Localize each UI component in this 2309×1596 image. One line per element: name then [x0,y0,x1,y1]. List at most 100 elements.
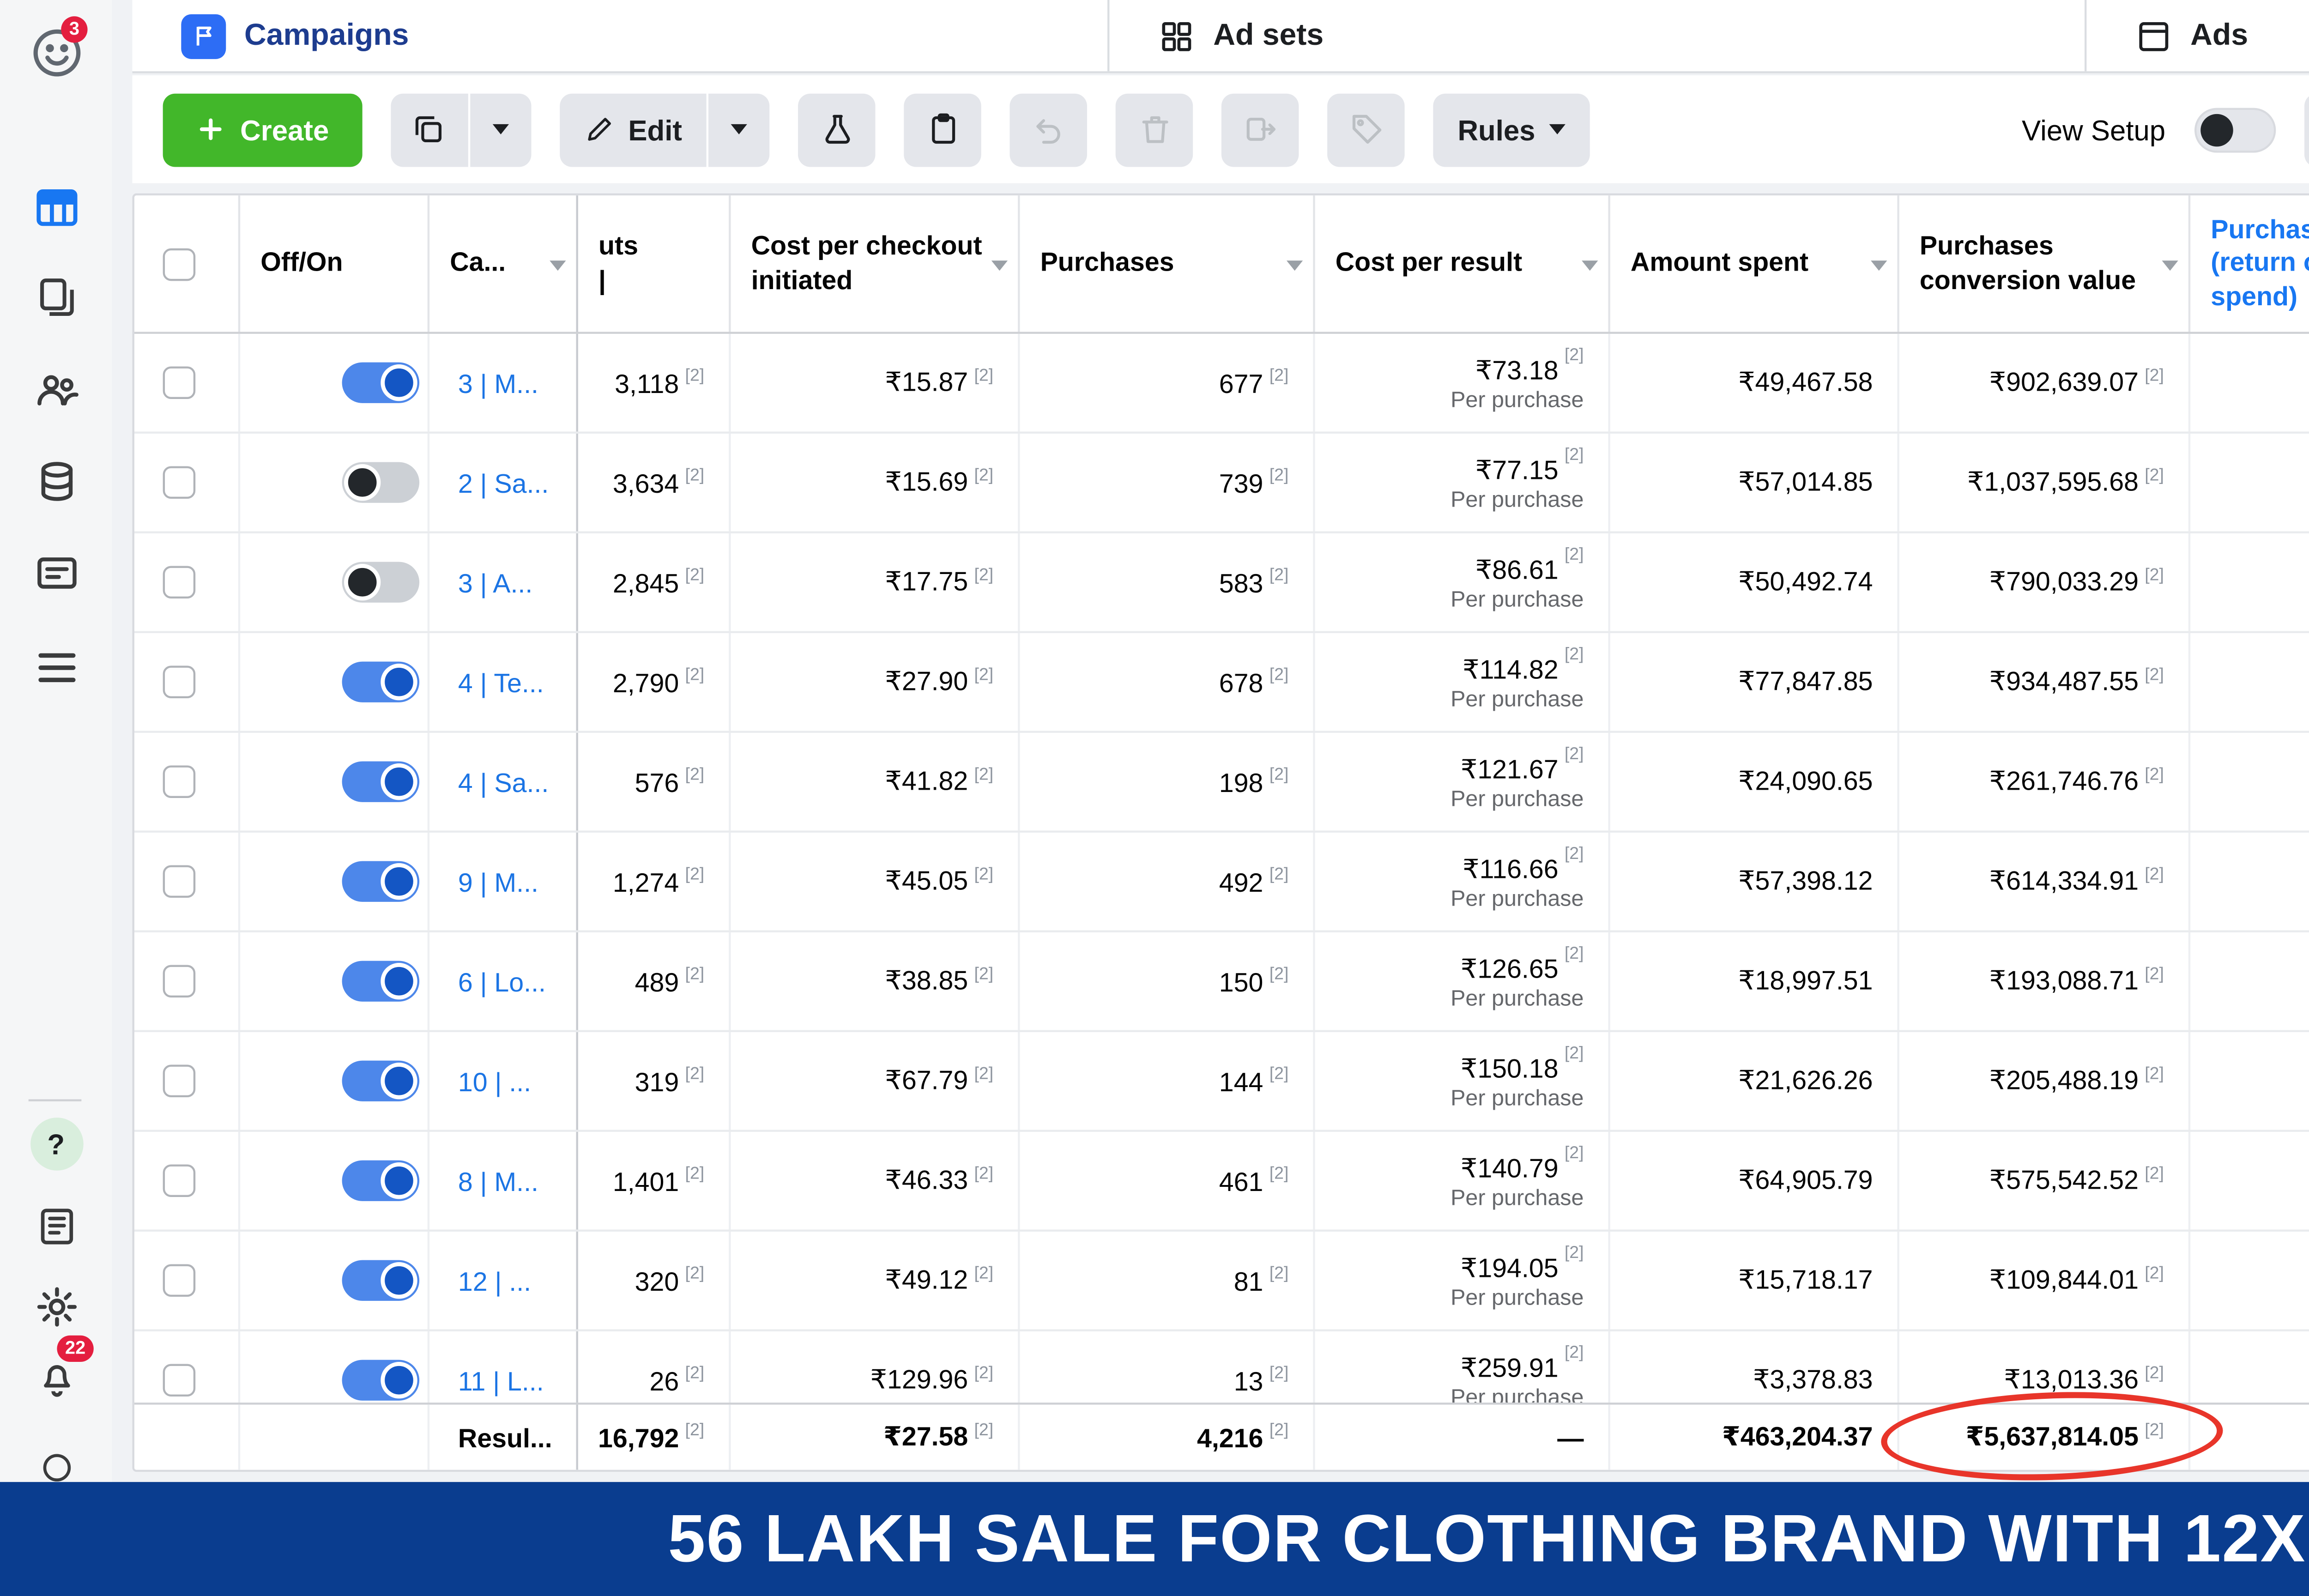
results-conversion-value: ₹5,637,814.05[2] [1899,1405,2190,1470]
checkouts-cell: 3,118[2] [578,334,731,432]
select-all-checkbox[interactable] [163,248,196,280]
edit-button[interactable]: Edit [559,93,706,166]
conversion-value-cell: ₹193,088.71[2] [1899,932,2190,1030]
menu-icon[interactable] [31,643,80,692]
col-header-campaign[interactable]: Ca... [429,195,578,332]
tag-button[interactable] [1327,93,1405,166]
duplicate-button[interactable] [390,93,468,166]
result-type-label: Per purchase [1451,988,1584,1012]
notifications-bell-icon[interactable] [34,1356,79,1401]
bell-badge: 22 [57,1336,93,1362]
results-row: Resul... 16,792[2] ₹27.58[2] 4,216[2] — … [134,1403,2309,1469]
toggle-knob [381,1162,417,1199]
campaign-name-link[interactable]: 12 | ... [429,1265,531,1296]
col-header-purchases[interactable]: Purchases [1020,195,1315,332]
col-header-select [134,195,240,332]
settings-gear-icon[interactable] [34,1285,79,1330]
campaign-name-link[interactable]: 3 | M... [429,368,538,398]
campaign-toggle[interactable] [342,861,420,902]
campaign-name-link[interactable]: 2 | Sa... [429,467,549,498]
pages-icon[interactable] [34,275,79,320]
conversion-value-cell: ₹575,542.52[2] [1899,1132,2190,1230]
row-checkbox[interactable] [163,366,196,399]
campaign-name-link[interactable]: 6 | Lo... [429,966,546,997]
row-checkbox[interactable] [163,1264,196,1297]
sort-caret-icon [1582,260,1598,270]
campaign-name-link[interactable]: 11 | L... [429,1365,544,1396]
cost-per-checkout-cell: ₹27.90[2] [731,633,1020,731]
campaign-toggle[interactable] [342,961,420,1002]
cost-per-result-cell: ₹126.65[2] Per purchase [1315,932,1610,1030]
cost-per-result-cell: ₹73.18[2] Per purchase [1315,334,1610,432]
col-header-amount-spent[interactable]: Amount spent [1610,195,1899,332]
campaign-toggle[interactable] [342,562,420,603]
amount-spent-cell: ₹64,905.79 [1610,1132,1899,1230]
checkouts-cell: 320[2] [578,1232,731,1330]
campaign-name-link[interactable]: 4 | Sa... [429,767,549,797]
view-setup-toggle[interactable] [2194,107,2275,151]
toggle-knob [381,863,417,900]
campaigns-icon [181,13,226,58]
move-button[interactable] [1221,93,1299,166]
columns-button[interactable] [2304,93,2309,166]
campaign-name-link[interactable]: 4 | Te... [429,667,544,697]
campaign-name-link[interactable]: 10 | ... [429,1066,531,1096]
checkouts-cell: 1,274[2] [578,833,731,931]
duplicate-options-button[interactable] [469,93,530,166]
row-checkbox[interactable] [163,1064,196,1097]
campaign-toggle[interactable] [342,1260,420,1301]
campaigns-table: Off/On Ca... uts| Cost per checkout init… [133,193,2309,1472]
campaign-name-link[interactable]: 3 | A... [429,567,532,598]
edit-options-button[interactable] [708,93,769,166]
roas-cell: 6.99[2] [2190,1232,2309,1330]
results-cost-per-result: — [1315,1405,1610,1470]
campaign-toggle[interactable] [342,762,420,802]
sort-caret-icon [2162,260,2178,270]
account-overview-icon[interactable] [33,550,79,596]
campaign-toggle[interactable] [342,363,420,403]
row-checkbox[interactable] [163,965,196,998]
result-type-label: Per purchase [1451,888,1584,913]
rules-button[interactable]: Rules [1433,93,1590,166]
col-header-checkouts[interactable]: uts| [578,195,731,332]
campaign-toggle[interactable] [342,1161,420,1201]
campaign-name-link[interactable]: 8 | M... [429,1166,538,1196]
search-circle-icon[interactable] [38,1450,74,1486]
row-checkbox[interactable] [163,665,196,698]
undo-button[interactable] [1010,93,1088,166]
purchases-cell: 198[2] [1020,733,1315,831]
help-icon[interactable]: ? [30,1118,83,1171]
row-checkbox[interactable] [163,1364,196,1396]
campaign-toggle[interactable] [342,1360,420,1401]
row-checkbox[interactable] [163,566,196,598]
campaign-toggle[interactable] [342,462,420,503]
cost-per-checkout-cell: ₹15.69[2] [731,434,1020,532]
updates-doc-icon[interactable] [35,1205,78,1248]
pin-clipboard-button[interactable] [904,93,981,166]
billing-icon[interactable] [33,458,79,505]
tab-adsets[interactable]: Ad sets [1109,0,2086,71]
tab-ads[interactable]: Ads [2086,0,2309,71]
campaign-toggle[interactable] [342,1061,420,1101]
tab-campaigns[interactable]: Campaigns [133,0,1110,71]
delete-button[interactable] [1116,93,1193,166]
row-checkbox[interactable] [163,765,196,798]
col-header-conversion-value[interactable]: Purchases conversion value [1899,195,2190,332]
roas-cell: 12.00[2] [2190,633,2309,731]
audiences-icon[interactable] [33,366,79,413]
campaign-name-link[interactable]: 9 | M... [429,866,538,897]
table-row: 10 | ... 319[2] ₹67.79[2] 144[2] ₹150.18… [134,1032,2309,1132]
create-button[interactable]: Create [163,93,362,166]
row-checkbox[interactable] [163,466,196,499]
row-checkbox[interactable] [163,865,196,898]
conversion-value-cell: ₹205,488.19[2] [1899,1032,2190,1130]
col-header-off-on[interactable]: Off/On [240,195,429,332]
col-header-purchase-roas[interactable]: Purchase ROAS (return on ad spend) [2190,195,2309,332]
campaigns-table-icon[interactable] [31,183,80,232]
table-row: 8 | M... 1,401[2] ₹46.33[2] 461[2] ₹140.… [134,1132,2309,1232]
campaign-toggle[interactable] [342,662,420,702]
col-header-cost-per-checkout[interactable]: Cost per checkout initiated [731,195,1020,332]
col-header-cost-per-result[interactable]: Cost per result [1315,195,1610,332]
ab-test-button[interactable] [798,93,876,166]
row-checkbox[interactable] [163,1164,196,1197]
